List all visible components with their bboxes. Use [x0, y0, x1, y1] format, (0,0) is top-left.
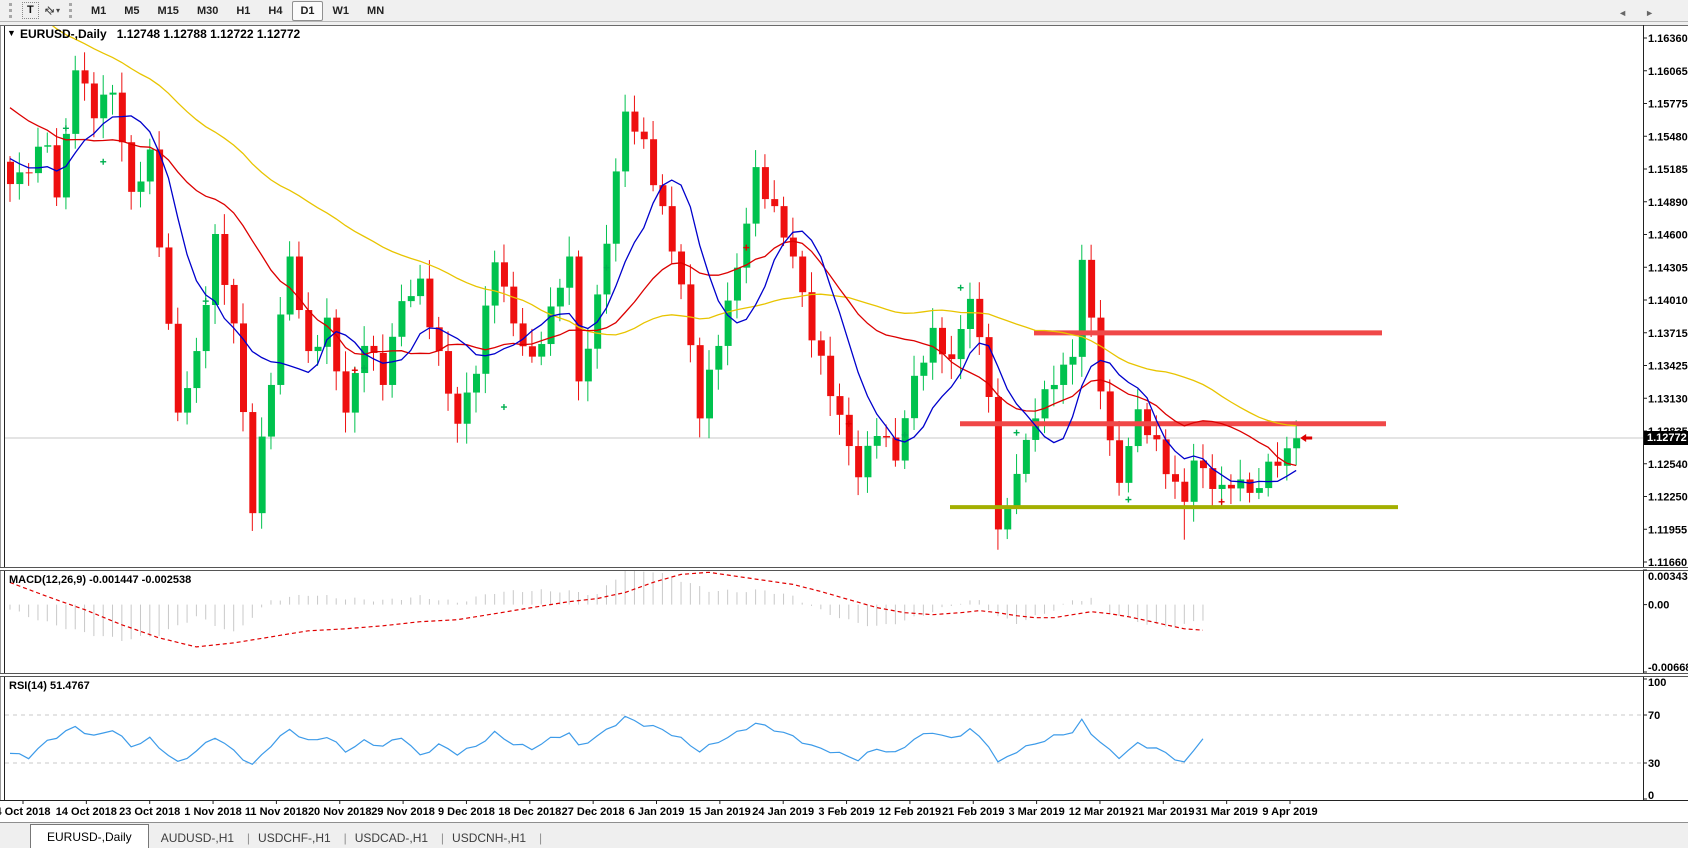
- price-tick-label: 1.14305: [1648, 262, 1688, 274]
- chart-tab[interactable]: USDCNH-,H1: [440, 827, 538, 848]
- timeframe-button[interactable]: H1: [228, 1, 258, 21]
- price-tick-label: 1.12540: [1648, 459, 1688, 471]
- rsi-panel: [5, 715, 1643, 764]
- date-tick-label: 3 Mar 2019: [1008, 806, 1064, 818]
- date-tick-label: 18 Dec 2018: [498, 806, 561, 818]
- price-tick-label: 1.11660: [1648, 557, 1687, 569]
- rsi-line: [10, 716, 1203, 764]
- macd-indicator-label: MACD(12,26,9) -0.001447 -0.002538: [9, 574, 191, 586]
- price-tick-label: 1.15185: [1648, 164, 1688, 176]
- date-tick-label: 20 Nov 2018: [308, 806, 372, 818]
- toolbar-drag-handle[interactable]: [69, 3, 75, 18]
- date-tick-label: 31 Mar 2019: [1195, 806, 1257, 818]
- price-tick-label: 1.13130: [1648, 393, 1688, 405]
- chart-title: EURUSD-,Daily 1.12748 1.12788 1.12722 1.1…: [20, 27, 300, 41]
- price-axis[interactable]: 1.16360 1.16065 1.15775 1.15480 1.15185 1.148…: [1643, 33, 1688, 802]
- date-tick-label: 6 Jan 2019: [629, 806, 685, 818]
- price-tick-label: 1.14010: [1648, 295, 1688, 307]
- timeframe-button[interactable]: M15: [150, 1, 187, 21]
- date-axis[interactable]: 4 Oct 2018 14 Oct 201823 Oct 2018 1 Nov 20…: [0, 800, 1318, 818]
- price-tick-label: 1.11955: [1648, 524, 1687, 536]
- date-tick-label: 14 Oct 2018: [56, 806, 117, 818]
- chart-symbol-period: EURUSD-,Daily: [20, 27, 107, 41]
- current-price-badge: 1.12772: [1644, 431, 1688, 445]
- timeframe-button[interactable]: M5: [116, 1, 147, 21]
- price-tick-label: 1.13425: [1648, 361, 1688, 373]
- timeframe-button[interactable]: W1: [325, 1, 358, 21]
- timeframe-button[interactable]: H4: [260, 1, 290, 21]
- price-tick-label: 1.14600: [1648, 230, 1688, 242]
- date-tick-label: 3 Feb 2019: [818, 806, 874, 818]
- timeframe-button[interactable]: MN: [359, 1, 392, 21]
- macd-tick-label: -0.006686: [1648, 662, 1688, 674]
- date-tick-label: 29 Nov 2018: [371, 806, 435, 818]
- terminal-window: T ⇄▾ M1M5M15M30H1H4D1W1MN 1.16360 1.16065…: [0, 0, 1688, 848]
- price-tick-label: 1.14890: [1648, 197, 1688, 209]
- price-tick-label: 1.13715: [1648, 328, 1688, 340]
- timeframe-button[interactable]: M1: [83, 1, 114, 21]
- date-tick-label: 9 Apr 2019: [1262, 806, 1317, 818]
- rsi-tick-label: 0: [1648, 790, 1654, 802]
- price-tick-label: 1.15775: [1648, 99, 1688, 111]
- chart-tab[interactable]: USDCAD-,H1: [343, 827, 440, 848]
- macd-tick-label: 0.00: [1648, 600, 1669, 612]
- date-tick-label: 23 Oct 2018: [119, 806, 180, 818]
- price-tick-label: 1.12250: [1648, 492, 1688, 504]
- date-tick-label: 12 Mar 2019: [1069, 806, 1131, 818]
- price-arrow-icon: [1300, 434, 1312, 442]
- main-price-panel: [5, 22, 1643, 550]
- date-tick-label: 11 Nov 2018: [245, 806, 308, 818]
- price-tick-label: 1.16065: [1648, 66, 1688, 78]
- date-tick-label: 9 Dec 2018: [438, 806, 495, 818]
- toolbar: T ⇄▾ M1M5M15M30H1H4D1W1MN: [0, 0, 1688, 22]
- rsi-indicator-label: RSI(14) 51.4767: [9, 680, 90, 692]
- macd-tick-label: 0.003431: [1648, 571, 1688, 583]
- rsi-tick-label: 70: [1648, 710, 1660, 722]
- price-tick-label: 1.15480: [1648, 131, 1688, 143]
- chart-ohlc-quotes: 1.12748 1.12788 1.12722 1.12772: [117, 27, 301, 41]
- price-tick-label: 1.16360: [1648, 33, 1688, 45]
- chart-tab[interactable]: AUDUSD-,H1: [149, 827, 246, 848]
- toolbar-drag-handle[interactable]: [9, 3, 15, 18]
- timeframe-button[interactable]: M30: [189, 1, 226, 21]
- chart-tabbar: EURUSD-,DailyAUDUSD-,H1USDCHF-,H1USDCAD-…: [0, 822, 1688, 848]
- drag-arrows-icon: ⇄: [41, 3, 57, 19]
- date-tick-label: 4 Oct 2018: [0, 806, 51, 818]
- symbol-dropdown-icon[interactable]: ▼: [7, 28, 16, 38]
- rsi-tick-label: 30: [1648, 758, 1660, 770]
- chart-tab[interactable]: EURUSD-,Daily: [30, 824, 149, 848]
- timeframe-button-group: M1M5M15M30H1H4D1W1MN: [82, 1, 393, 21]
- drag-trade-tool-button[interactable]: ⇄▾: [40, 1, 65, 21]
- chart-tab[interactable]: USDCHF-,H1: [246, 827, 343, 848]
- text-tool-button[interactable]: T: [22, 2, 39, 19]
- date-tick-label: 21 Mar 2019: [1132, 806, 1194, 818]
- rsi-tick-label: 100: [1648, 677, 1666, 689]
- candles-layer: [7, 52, 1300, 549]
- chart-canvas[interactable]: 1.16360 1.16065 1.15775 1.15480 1.15185 1.148…: [0, 22, 1688, 822]
- timeframe-button[interactable]: D1: [292, 1, 322, 21]
- date-tick-label: 24 Jan 2019: [752, 806, 814, 818]
- date-tick-label: 21 Feb 2019: [942, 806, 1004, 818]
- date-tick-label: 15 Jan 2019: [689, 806, 751, 818]
- tab-scroll-arrows[interactable]: ◄►: [1618, 8, 1672, 18]
- date-tick-label: 1 Nov 2018: [184, 806, 241, 818]
- date-tick-label: 27 Dec 2018: [562, 806, 625, 818]
- date-tick-label: 12 Feb 2019: [879, 806, 941, 818]
